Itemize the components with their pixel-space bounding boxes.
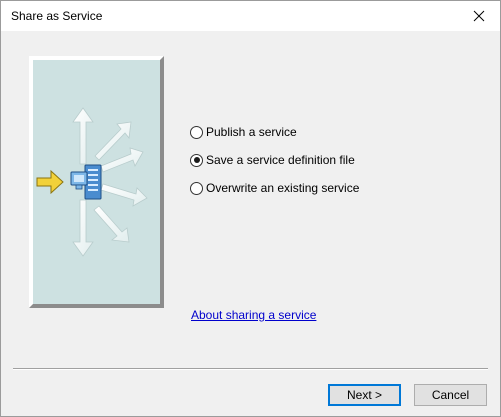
title-bar: Share as Service (1, 1, 500, 31)
radio-overwrite-service[interactable] (190, 181, 203, 195)
share-service-illustration (29, 56, 164, 308)
arrow-down-icon (72, 199, 94, 257)
yellow-input-arrow-icon (36, 169, 64, 195)
radio-publish-service[interactable] (190, 125, 203, 139)
divider (13, 368, 488, 370)
server-icon (70, 164, 102, 200)
radio-save-service-definition[interactable] (190, 153, 203, 167)
option-overwrite-service[interactable]: Overwrite an existing service (190, 180, 359, 196)
share-as-service-dialog: Share as Service Publish a service Save … (0, 0, 501, 417)
arrow-down-right-icon (93, 205, 130, 243)
close-button[interactable] (458, 1, 500, 31)
option-label: Overwrite an existing service (206, 181, 360, 195)
arrow-up-icon (72, 107, 94, 165)
close-icon (473, 10, 485, 22)
next-button[interactable]: Next > (328, 384, 401, 406)
arrows-graphic (36, 107, 148, 257)
option-label: Publish a service (206, 125, 297, 139)
option-label: Save a service definition file (206, 153, 355, 167)
window-title: Share as Service (11, 9, 103, 23)
arrow-right-icon (100, 183, 148, 207)
about-sharing-link[interactable]: About sharing a service (191, 308, 316, 322)
option-save-service-definition[interactable]: Save a service definition file (190, 152, 355, 168)
arrow-up-right-icon (94, 121, 132, 161)
cancel-button[interactable]: Cancel (414, 384, 487, 406)
option-publish-service[interactable]: Publish a service (190, 124, 297, 140)
